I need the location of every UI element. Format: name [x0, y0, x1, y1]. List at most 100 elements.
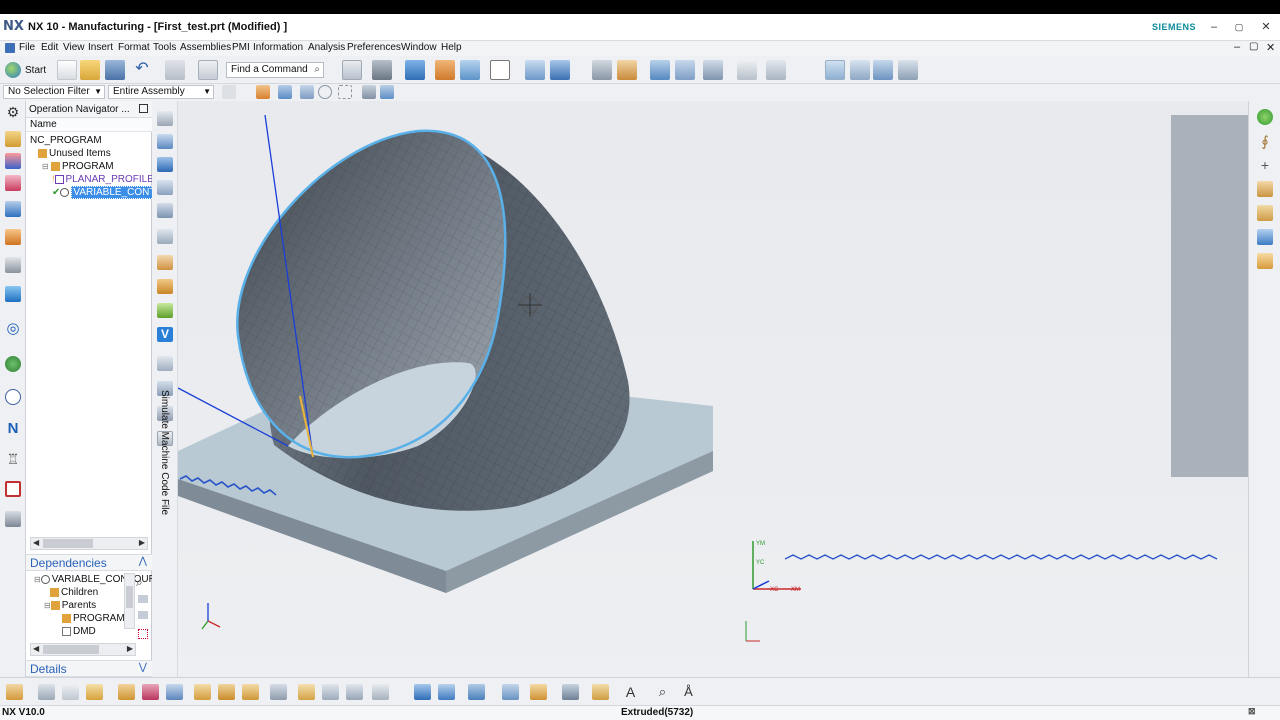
- stock-icon[interactable]: [1257, 253, 1273, 269]
- measure-length-icon[interactable]: [766, 60, 786, 80]
- method-view-icon[interactable]: [898, 60, 918, 80]
- menu-information[interactable]: Information: [253, 42, 303, 53]
- gear-icon[interactable]: ⚙: [5, 104, 21, 120]
- program-order-icon[interactable]: [5, 131, 21, 147]
- cut-copy-icon[interactable]: [165, 60, 185, 80]
- maximize-panel-icon[interactable]: [139, 104, 148, 113]
- scroll-right-icon[interactable]: ▶: [139, 538, 145, 547]
- roles-icon[interactable]: [1257, 109, 1273, 125]
- synchronous-icon[interactable]: [372, 684, 389, 700]
- menu-tools[interactable]: Tools: [153, 42, 176, 53]
- menu-analysis[interactable]: Analysis: [308, 42, 345, 53]
- resize-grip-icon[interactable]: ⊠: [1248, 706, 1256, 717]
- system-scenes-icon[interactable]: ♖: [5, 451, 21, 467]
- create-operation-icon[interactable]: [157, 203, 173, 218]
- curve-icon[interactable]: [322, 684, 339, 700]
- annotation-icon[interactable]: [118, 684, 135, 700]
- scroll-right-icon[interactable]: ▶: [127, 644, 133, 653]
- dependencies-horizontal-scrollbar[interactable]: ◀ ▶: [30, 643, 136, 656]
- scroll-left-icon[interactable]: ◀: [33, 538, 39, 547]
- wcs-icon[interactable]: [675, 60, 695, 80]
- point-icon[interactable]: [703, 60, 723, 80]
- datum-icon[interactable]: [298, 684, 315, 700]
- endpoint-icon[interactable]: [278, 85, 292, 99]
- filter-icon[interactable]: [222, 85, 236, 99]
- menu-assemblies[interactable]: Assemblies: [180, 42, 231, 53]
- csys-icon[interactable]: [550, 60, 570, 80]
- sketch-icon[interactable]: [270, 684, 287, 700]
- scroll-thumb[interactable]: [43, 539, 93, 548]
- geometry-view-icon[interactable]: [873, 60, 893, 80]
- menu-file[interactable]: File: [19, 42, 35, 53]
- measure-distance-icon[interactable]: [737, 60, 757, 80]
- box-select-icon[interactable]: [338, 85, 352, 99]
- trim-body-icon[interactable]: [562, 684, 579, 700]
- section-view-icon[interactable]: [525, 60, 545, 80]
- minimize-window-button[interactable]: –: [1207, 20, 1221, 34]
- midpoint-icon[interactable]: [300, 85, 314, 99]
- name-column-header[interactable]: Name: [26, 118, 152, 132]
- dependencies-header[interactable]: Dependencies ⋀: [26, 554, 152, 571]
- dependency-graph-icon[interactable]: [138, 629, 148, 639]
- new-file-icon[interactable]: [57, 60, 77, 80]
- pan-icon[interactable]: [166, 684, 183, 700]
- close-window-button[interactable]: ✕: [1259, 20, 1273, 34]
- object-display-icon[interactable]: [38, 684, 55, 700]
- dependencies-vertical-scrollbar[interactable]: [124, 573, 135, 629]
- snap-view-icon[interactable]: [142, 684, 159, 700]
- center-point-icon[interactable]: [318, 85, 332, 99]
- dependency-parent-program[interactable]: PROGRAM: [62, 612, 125, 625]
- search-icon[interactable]: ⌕: [136, 575, 143, 590]
- scroll-thumb[interactable]: [126, 586, 133, 608]
- open-folder-icon[interactable]: [80, 60, 100, 80]
- shaded-view-icon[interactable]: [435, 60, 455, 80]
- verify-icon[interactable]: V: [157, 327, 173, 342]
- maximize-window-button[interactable]: ▢: [1232, 20, 1246, 34]
- verify-toolpath-icon[interactable]: [157, 303, 173, 318]
- render-style-icon[interactable]: [372, 60, 392, 80]
- assembly-select-icon[interactable]: [362, 85, 376, 99]
- tree-item-unused-items[interactable]: Unused Items: [38, 147, 111, 160]
- hd3d-tools-icon[interactable]: [5, 257, 21, 273]
- menu-view[interactable]: View: [63, 42, 85, 53]
- web-browser-icon[interactable]: [5, 286, 21, 302]
- navigator-toggle-icon[interactable]: [825, 60, 845, 80]
- back-icon[interactable]: [138, 611, 148, 619]
- toolpath-list-icon[interactable]: [157, 279, 173, 294]
- start-button[interactable]: Start: [5, 61, 46, 79]
- create-program-icon[interactable]: [157, 111, 173, 126]
- chevron-down-icon[interactable]: ⋁: [139, 662, 147, 673]
- edit-object-icon[interactable]: [6, 684, 23, 700]
- chain-icon[interactable]: ∮: [1257, 133, 1273, 149]
- mdi-restore-button[interactable]: ▢: [1249, 41, 1258, 52]
- simulate-machine-icon[interactable]: [157, 356, 173, 371]
- layer-icon[interactable]: [592, 60, 612, 80]
- extrude-icon[interactable]: [414, 684, 431, 700]
- chevron-up-icon[interactable]: ⋀: [139, 556, 147, 567]
- distance-icon[interactable]: [218, 684, 235, 700]
- chamfer-icon[interactable]: [502, 684, 519, 700]
- menu-help[interactable]: Help: [441, 42, 462, 53]
- fixture-icon[interactable]: [1257, 181, 1273, 197]
- hide-icon[interactable]: [62, 684, 79, 700]
- show-icon[interactable]: [86, 684, 103, 700]
- snap-icon[interactable]: [617, 60, 637, 80]
- assembly-navigator-icon[interactable]: [5, 201, 21, 217]
- menu-insert[interactable]: Insert: [88, 42, 113, 53]
- background-icon[interactable]: [460, 60, 480, 80]
- selection-filter-dropdown[interactable]: No Selection Filter ▼: [3, 85, 105, 99]
- orient-view-icon[interactable]: [405, 60, 425, 80]
- details-header[interactable]: Details ⋁: [26, 660, 152, 677]
- replay-toolpath-icon[interactable]: [157, 255, 173, 270]
- symbol-icon[interactable]: Å: [680, 684, 697, 700]
- angle-icon[interactable]: [242, 684, 259, 700]
- dependency-parent-dmd[interactable]: DMD: [62, 625, 96, 638]
- menu-edit[interactable]: Edit: [41, 42, 58, 53]
- process-studio-icon[interactable]: [5, 389, 21, 405]
- hole-icon[interactable]: [530, 684, 547, 700]
- create-tool-icon[interactable]: [157, 134, 173, 149]
- history-icon[interactable]: ◎: [5, 321, 21, 337]
- dependency-parents[interactable]: ⊟ Parents: [44, 599, 96, 612]
- machine-icon[interactable]: [1257, 229, 1273, 245]
- graphics-viewport[interactable]: YM YC XC XM: [178, 101, 1248, 677]
